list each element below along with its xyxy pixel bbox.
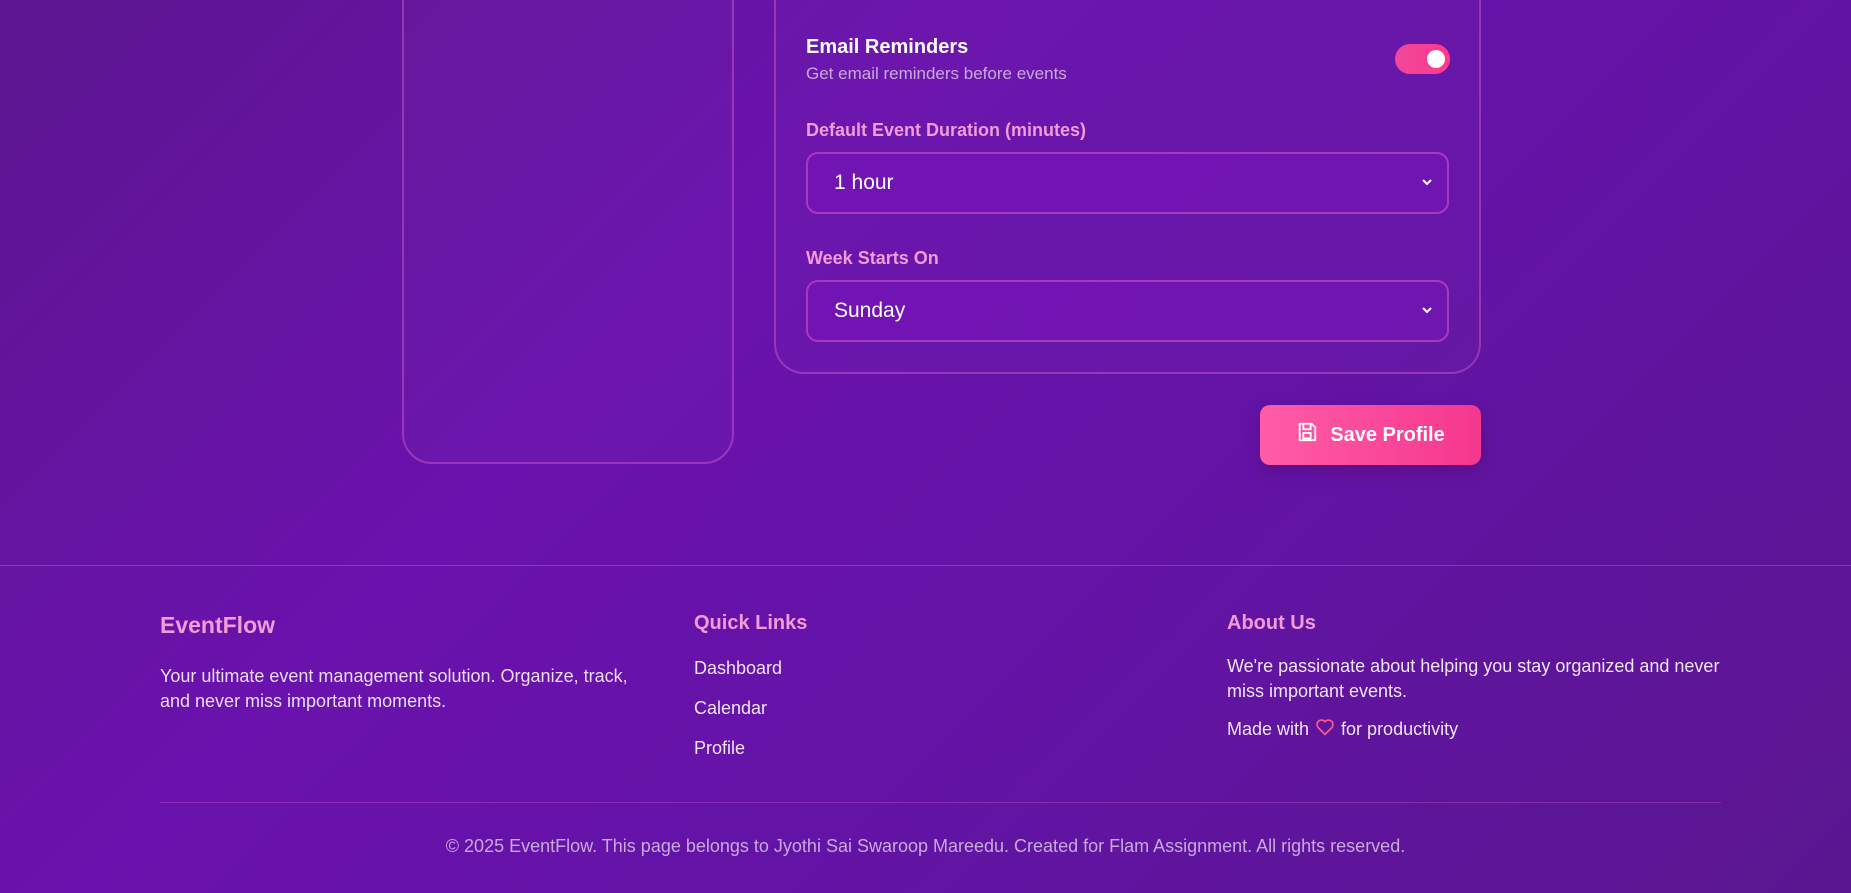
week-start-select[interactable]: Sunday <box>806 280 1449 342</box>
email-reminders-setting: Email Reminders Get email reminders befo… <box>806 36 1450 90</box>
about-us-text: We're passionate about helping you stay … <box>1227 656 1720 701</box>
copyright-text: © 2025 EventFlow. This page belongs to J… <box>445 836 1406 856</box>
save-profile-button[interactable]: Save Profile <box>1260 405 1481 465</box>
duration-selected-value: 1 hour <box>834 171 894 194</box>
week-start-selected-value: Sunday <box>834 299 906 322</box>
about-us-title: About Us <box>1227 612 1316 634</box>
profile-side-card <box>402 0 734 464</box>
footer-divider <box>160 802 1721 803</box>
heart-icon <box>1315 718 1335 741</box>
email-reminders-toggle[interactable] <box>1395 44 1450 74</box>
duration-select[interactable]: 1 hour <box>806 152 1449 214</box>
week-start-label: Week Starts On <box>806 248 939 268</box>
chevron-down-icon <box>1421 282 1433 365</box>
email-reminders-title: Email Reminders <box>806 36 969 58</box>
site-footer: EventFlow Your ultimate event management… <box>0 565 1851 893</box>
chevron-down-icon <box>1421 154 1433 237</box>
made-with-prefix: Made with <box>1227 719 1310 739</box>
footer-link-dashboard[interactable]: Dashboard <box>694 658 782 679</box>
toggle-knob <box>1427 50 1445 68</box>
made-with-line: Made with for productivity <box>1227 718 1458 741</box>
footer-brand-description: Your ultimate event management solution.… <box>160 666 628 711</box>
email-reminders-description: Get email reminders before events <box>806 64 1067 83</box>
footer-link-calendar[interactable]: Calendar <box>694 698 767 719</box>
made-with-suffix: for productivity <box>1341 719 1459 739</box>
quick-links-title: Quick Links <box>694 612 808 634</box>
footer-link-profile[interactable]: Profile <box>694 738 745 759</box>
save-profile-label: Save Profile <box>1330 423 1445 446</box>
duration-label: Default Event Duration (minutes) <box>806 120 1087 140</box>
save-icon <box>1296 421 1318 449</box>
footer-brand[interactable]: EventFlow <box>160 612 275 639</box>
